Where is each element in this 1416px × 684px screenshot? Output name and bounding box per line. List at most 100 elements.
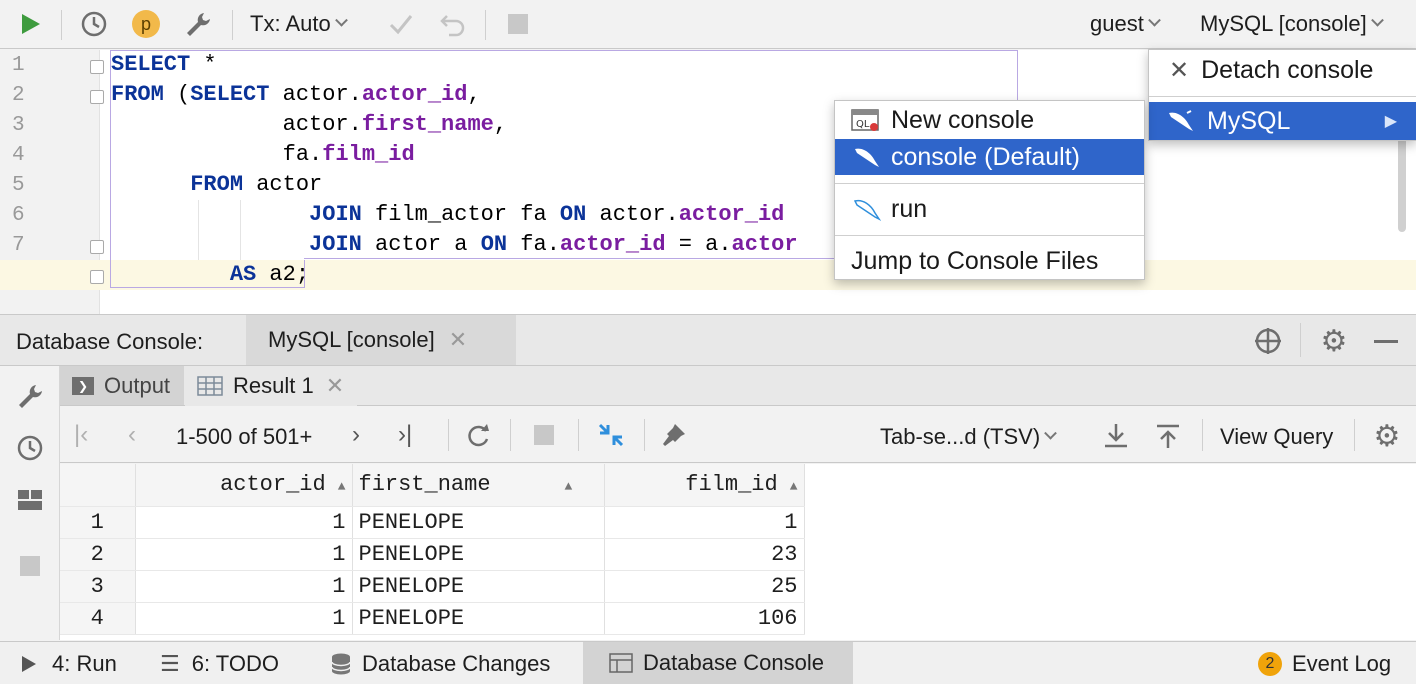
tab-result[interactable]: Result 1 ✕ — [185, 366, 357, 406]
first-page-icon[interactable]: |‹ — [74, 421, 88, 449]
mysql-dolphin-icon — [853, 199, 881, 221]
event-log-tool-button[interactable]: 2 Event Log — [1258, 651, 1391, 677]
gear-icon[interactable]: ⚙ — [1318, 325, 1350, 358]
history-icon[interactable] — [78, 8, 110, 40]
cell-film-id[interactable]: 25 — [604, 570, 805, 603]
cell-film-id[interactable]: 23 — [604, 538, 805, 571]
run-icon[interactable] — [14, 8, 46, 40]
tab-output[interactable]: ❯ Output — [60, 366, 184, 405]
user-dropdown[interactable]: guest — [1090, 8, 1161, 40]
last-page-icon[interactable]: ›| — [398, 421, 412, 449]
fold-marker-icon[interactable] — [90, 270, 104, 284]
run-tool-button[interactable]: 4: Run — [20, 651, 117, 677]
jump-to-console-files-item[interactable]: Jump to Console Files — [835, 243, 1144, 279]
history-icon[interactable] — [14, 432, 46, 464]
next-page-icon[interactable]: › — [352, 421, 360, 449]
event-count-badge: 2 — [1258, 652, 1282, 676]
new-console-item[interactable]: QL New console — [835, 102, 1144, 138]
todo-tool-button[interactable]: ☰ 6: TODO — [160, 651, 279, 677]
cell-actor-id[interactable]: 1 — [135, 602, 353, 635]
format-label: Tab-se...d (TSV) — [880, 424, 1041, 449]
table-header-row: actor_id ▲ first_name ▲ film_id ▲ — [60, 464, 805, 507]
fold-marker-icon[interactable] — [90, 240, 104, 254]
cell-first-name[interactable]: PENELOPE — [352, 538, 605, 571]
main-toolbar: p Tx: Auto guest MySQL [console] — [0, 0, 1416, 49]
cell-actor-id[interactable]: 1 — [135, 570, 353, 603]
wrench-icon[interactable] — [182, 8, 214, 40]
mysql-submenu-item[interactable]: MySQL ▶ — [1149, 102, 1416, 140]
toolbar-separator — [578, 419, 579, 451]
commit-check-icon[interactable] — [386, 8, 416, 40]
upload-icon[interactable] — [1152, 419, 1184, 453]
detach-label: Detach console — [1201, 55, 1374, 84]
datasource-menu: ✕ Detach console MySQL ▶ — [1148, 49, 1416, 141]
cell-film-id[interactable]: 1 — [604, 506, 805, 539]
detach-console-item[interactable]: ✕ Detach console — [1149, 52, 1416, 88]
sort-icon[interactable]: ▲ — [565, 479, 573, 494]
mysql-label: MySQL — [1207, 106, 1291, 135]
close-icon[interactable]: ✕ — [326, 373, 344, 399]
target-icon[interactable] — [1252, 325, 1284, 357]
mysql-dolphin-icon — [855, 148, 879, 167]
output-icon: ❯ — [72, 376, 94, 395]
column-header-actor-id[interactable]: actor_id ▲ — [135, 464, 353, 507]
new-console-label: New console — [891, 105, 1035, 134]
export-format-dropdown[interactable]: Tab-se...d (TSV) — [880, 424, 1058, 450]
prev-page-icon[interactable]: ‹ — [128, 421, 136, 449]
stop-icon[interactable] — [504, 8, 532, 40]
column-label: first_name — [358, 472, 491, 498]
sql-code: SELECT * FROM (SELECT actor.actor_id, ac… — [111, 52, 798, 287]
mysql-console-submenu: QL New console console (Default) run Jum… — [834, 100, 1145, 280]
refresh-icon[interactable] — [462, 419, 494, 451]
profile-p-icon[interactable]: p — [130, 8, 162, 40]
column-label: film_id — [685, 472, 778, 498]
column-header-film-id[interactable]: film_id ▲ — [604, 464, 805, 507]
cell-first-name[interactable]: PENELOPE — [352, 506, 605, 539]
database-console-tool-button[interactable]: Database Console — [583, 642, 853, 684]
run-console-label: run — [891, 194, 928, 223]
toolbar-separator — [644, 419, 645, 451]
fold-marker-icon[interactable] — [90, 60, 104, 74]
sort-icon[interactable]: ▲ — [790, 479, 798, 494]
menu-separator — [835, 183, 1144, 184]
cell-actor-id[interactable]: 1 — [135, 506, 353, 539]
close-icon[interactable]: ✕ — [449, 327, 467, 353]
chevron-down-icon — [1370, 13, 1384, 27]
fold-marker-icon[interactable] — [90, 90, 104, 104]
console-default-item[interactable]: console (Default) — [835, 139, 1144, 175]
svg-text:QL: QL — [856, 119, 870, 130]
compare-icon[interactable] — [594, 419, 628, 451]
pin-icon[interactable] — [658, 419, 690, 451]
datasource-dropdown[interactable]: MySQL [console] — [1200, 8, 1384, 40]
stop-icon[interactable] — [530, 419, 558, 451]
cell-first-name[interactable]: PENELOPE — [352, 602, 605, 635]
row-number: 3 — [60, 570, 136, 603]
new-console-icon: QL — [851, 109, 879, 131]
table-row[interactable]: 4 1 PENELOPE 106 — [60, 602, 805, 635]
cell-first-name[interactable]: PENELOPE — [352, 570, 605, 603]
run-console-item[interactable]: run — [835, 191, 1144, 227]
column-header-first-name[interactable]: first_name ▲ — [352, 464, 605, 507]
sort-icon[interactable]: ▲ — [338, 479, 346, 494]
line-number: 6 — [12, 204, 25, 227]
layout-icon[interactable] — [14, 484, 46, 516]
cell-actor-id[interactable]: 1 — [135, 538, 353, 571]
view-query-button[interactable]: View Query — [1220, 424, 1333, 450]
wrench-icon[interactable] — [14, 380, 46, 412]
minimize-icon[interactable] — [1374, 340, 1398, 343]
rollback-icon[interactable] — [438, 8, 468, 40]
gear-icon[interactable]: ⚙ — [1370, 419, 1404, 453]
run-label: 4: Run — [52, 651, 117, 676]
table-row[interactable]: 1 1 PENELOPE 1 — [60, 506, 805, 539]
table-row[interactable]: 2 1 PENELOPE 23 — [60, 538, 805, 571]
db-console-label: Database Console — [643, 650, 825, 675]
download-icon[interactable] — [1100, 419, 1132, 453]
pager-label[interactable]: 1-500 of 501+ — [176, 424, 312, 450]
tab-mysql-console[interactable]: MySQL [console] ✕ — [246, 315, 516, 365]
cell-film-id[interactable]: 106 — [604, 602, 805, 635]
tx-label: Tx: Auto — [250, 11, 331, 36]
stop-icon[interactable] — [14, 550, 46, 582]
table-row[interactable]: 3 1 PENELOPE 25 — [60, 570, 805, 603]
database-changes-tool-button[interactable]: Database Changes — [330, 651, 550, 677]
transaction-mode-dropdown[interactable]: Tx: Auto — [250, 8, 348, 40]
